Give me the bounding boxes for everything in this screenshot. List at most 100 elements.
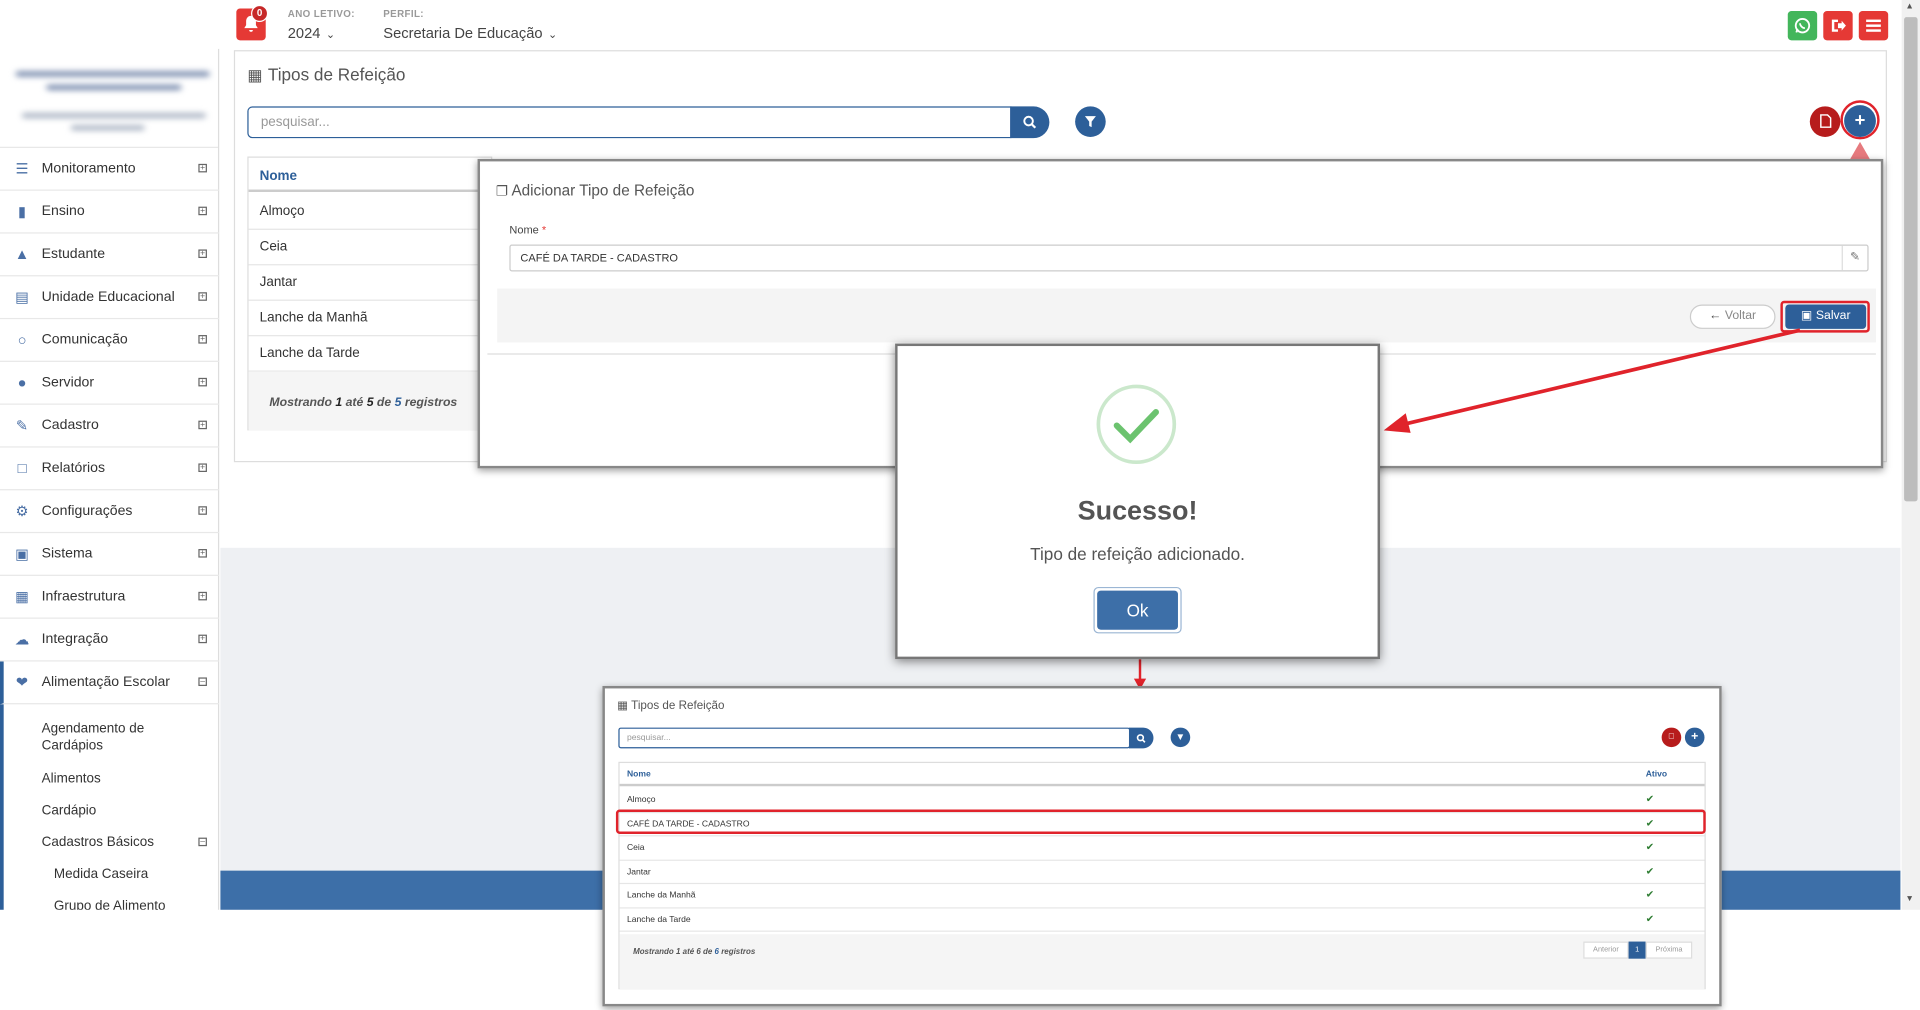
filter-button[interactable] xyxy=(1075,106,1106,137)
annotation-arrow xyxy=(1383,328,1801,433)
preview-table-row[interactable]: Lanche da Tarde ✔ xyxy=(619,908,1705,932)
ok-button[interactable]: Ok xyxy=(1097,590,1178,630)
menu-button[interactable] xyxy=(1858,11,1889,41)
year-selector[interactable]: 2024 ⌄ xyxy=(288,22,335,44)
search-input[interactable]: pesquisar... xyxy=(247,106,1012,139)
check-icon: ✔ xyxy=(1645,888,1654,900)
pdf-export-button[interactable] xyxy=(1809,106,1841,137)
whatsapp-button[interactable] xyxy=(1787,11,1818,41)
logout-button[interactable] xyxy=(1823,11,1853,41)
preview-table-row[interactable]: Ceia ✔ xyxy=(619,836,1705,861)
pager-prev[interactable]: Anterior xyxy=(1583,941,1629,959)
footer-text: até xyxy=(682,947,695,957)
sidebar-item-infraestrutura[interactable]: ▦ Infraestrutura + xyxy=(0,576,220,619)
footer-text: de xyxy=(376,396,392,410)
callout-pointer xyxy=(1850,141,1870,159)
chat-bubble-icon: ○ xyxy=(17,331,27,349)
search-icon xyxy=(1023,115,1037,129)
table-row[interactable]: Jantar xyxy=(248,265,494,301)
footer-text: registros xyxy=(404,396,458,410)
profile-label: PERFIL: xyxy=(383,8,424,20)
pdf-icon: □ xyxy=(1668,732,1675,742)
sidebar-subitem-label: Grupo de Alimento xyxy=(53,898,166,910)
name-input[interactable]: CAFÉ DA TARDE - CADASTRO xyxy=(509,244,1869,272)
table-row[interactable]: Ceia xyxy=(248,230,494,266)
sidebar-item-cadastro[interactable]: ✎ Cadastro + xyxy=(0,405,220,448)
table-row[interactable]: Lanche da Manhã xyxy=(248,301,494,337)
search-button[interactable] xyxy=(1010,106,1050,139)
scroll-up-icon[interactable]: ▲ xyxy=(1905,2,1913,11)
new-row-highlight xyxy=(615,809,1706,834)
sidebar-item-sistema[interactable]: ▣ Sistema + xyxy=(0,533,220,576)
sidebar-item-comunicacao[interactable]: ○ Comunicação + xyxy=(0,319,220,362)
preview-pdf-button[interactable]: □ xyxy=(1661,727,1682,748)
preview-add-button[interactable]: + xyxy=(1684,727,1705,748)
sidebar-subitem-agendamento[interactable]: Agendamento de Cardápios xyxy=(42,720,189,754)
sidebar-subitem-medida-caseira[interactable]: Medida Caseira xyxy=(54,866,148,883)
preview-filter-button[interactable]: ▼ xyxy=(1170,727,1191,748)
preview-table-header: Nome Ativo xyxy=(619,763,1705,787)
sidebar-item-relatorios[interactable]: □ Relatórios + xyxy=(0,448,220,491)
check-icon: ✔ xyxy=(1645,841,1654,853)
sidebar-item-estudante[interactable]: ▲ Estudante + xyxy=(0,234,220,277)
expand-plus-icon: + xyxy=(198,506,207,515)
edit-icon: ✎ xyxy=(1841,245,1868,271)
dialog-title-text: Adicionar Tipo de Refeição xyxy=(511,182,695,200)
graduation-cap-icon: ▲ xyxy=(14,245,30,263)
row-name: Almoço xyxy=(626,796,656,805)
sidebar-item-ensino[interactable]: ▮ Ensino + xyxy=(0,191,220,234)
pager-page-1[interactable]: 1 xyxy=(1628,941,1646,959)
table-row[interactable]: Lanche da Tarde xyxy=(248,336,494,372)
name-field-label: Nome * xyxy=(509,224,546,236)
success-check-icon xyxy=(1096,384,1177,465)
preview-title: ▦ Tipos de Refeição xyxy=(617,699,724,712)
profile-selector[interactable]: Secretaria De Educação ⌄ xyxy=(383,22,557,44)
page-scrollbar[interactable]: ▲ ▼ xyxy=(1901,0,1920,910)
chevron-down-icon: ⌄ xyxy=(325,28,336,41)
table-row[interactable]: Almoço xyxy=(248,194,494,230)
year-value: 2024 xyxy=(287,24,321,42)
sidebar-item-monitoramento[interactable]: ☰ Monitoramento + xyxy=(0,148,220,191)
pdf-icon xyxy=(1819,114,1831,128)
hamburger-icon xyxy=(1866,19,1881,32)
scroll-down-icon[interactable]: ▼ xyxy=(1905,895,1913,904)
cloud-icon: ☁ xyxy=(14,630,30,649)
footer-text: de xyxy=(703,947,713,957)
sidebar-subitem-cardapio[interactable]: Cardápio xyxy=(42,802,97,819)
row-name: Jantar xyxy=(626,867,651,877)
sidebar-item-configuracoes[interactable]: ⚙ Configurações + xyxy=(0,490,220,534)
expand-plus-icon: + xyxy=(198,249,207,259)
preview-table-row[interactable]: Jantar ✔ xyxy=(619,860,1705,885)
preview-search-button[interactable] xyxy=(1128,727,1154,749)
file-icon: □ xyxy=(17,459,27,477)
sidebar-subitem-alimentos[interactable]: Alimentos xyxy=(42,770,101,787)
save-label: Salvar xyxy=(1815,309,1851,323)
sidebar-subitem-cadastros-basicos[interactable]: Cadastros Básicos xyxy=(42,834,154,851)
expand-plus-icon: + xyxy=(198,292,207,301)
scrollbar-thumb[interactable] xyxy=(1904,17,1918,502)
sidebar-subitem-grupo-alimento[interactable]: Grupo de Alimento xyxy=(54,898,166,910)
sidebar-item-label: Integração xyxy=(41,632,109,647)
cutlery-icon: ❤ xyxy=(15,673,29,691)
row-name: Ceia xyxy=(626,843,645,853)
table-icon: ▦ xyxy=(247,66,263,85)
table-icon: ▦ xyxy=(617,699,629,713)
pager-next[interactable]: Próxima xyxy=(1645,941,1693,959)
sidebar-item-label: Configurações xyxy=(41,503,133,519)
sidebar-item-label: Infraestrutura xyxy=(41,589,126,605)
expand-plus-icon: + xyxy=(198,591,207,601)
sidebar-item-alimentacao-escolar[interactable]: ❤ Alimentação Escolar – xyxy=(0,661,220,705)
sidebar-item-unidade-educacional[interactable]: ▤ Unidade Educacional + xyxy=(0,276,220,320)
add-button[interactable]: + xyxy=(1844,105,1876,137)
preview-search-input[interactable]: pesquisar... xyxy=(618,727,1131,749)
expand-plus-icon: + xyxy=(198,549,207,558)
sidebar-item-servidor[interactable]: ● Servidor + xyxy=(0,362,220,405)
monitor-icon: ▣ xyxy=(15,545,29,563)
whatsapp-icon xyxy=(1794,18,1811,34)
row-name: Lanche da Tarde xyxy=(626,915,691,924)
preview-table-row[interactable]: Lanche da Manhã ✔ xyxy=(619,884,1705,908)
expand-plus-icon: + xyxy=(198,463,207,473)
sliders-icon: ☰ xyxy=(15,160,29,178)
sidebar-item-integracao[interactable]: ☁ Integração + xyxy=(0,619,220,662)
sidebar-item-label: Monitoramento xyxy=(41,161,136,177)
